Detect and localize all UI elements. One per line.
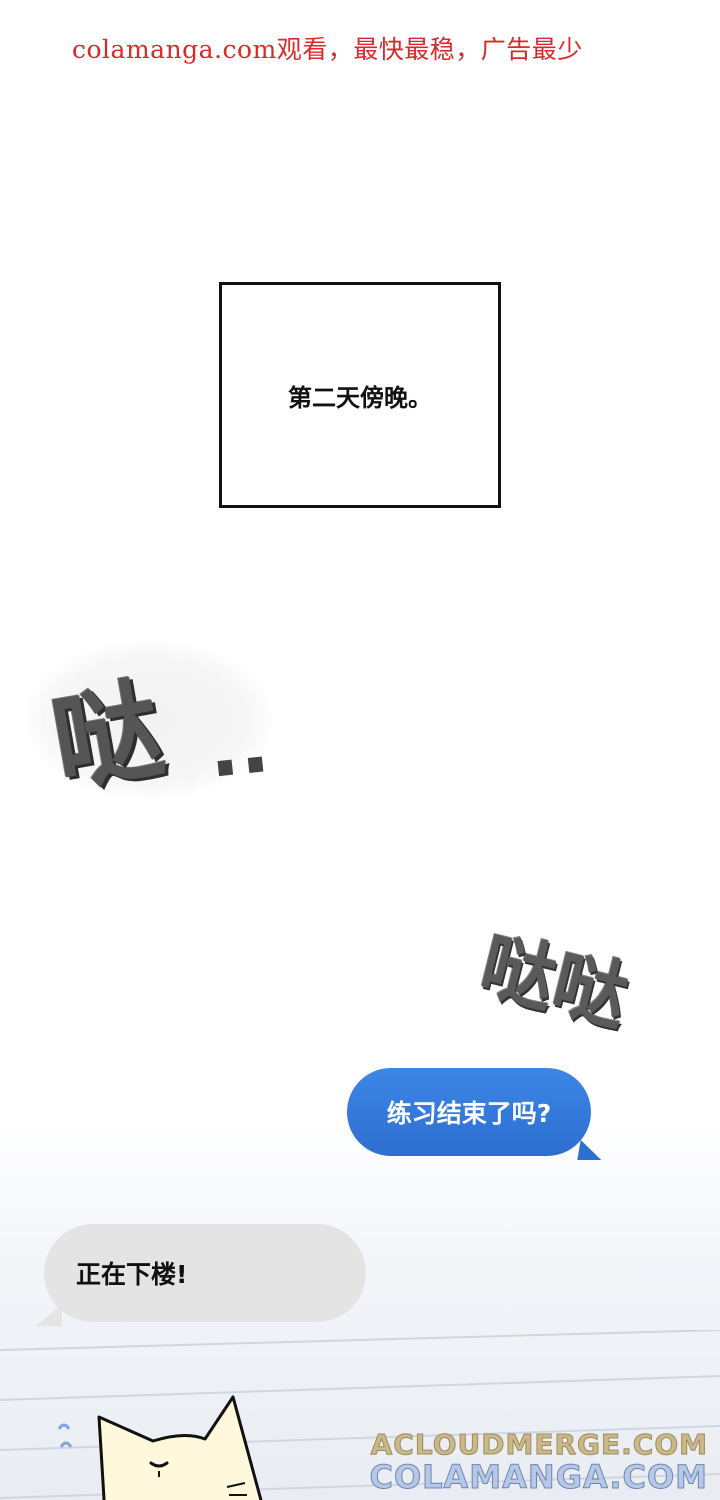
- narration-box: 第二天傍晚。: [219, 282, 501, 508]
- watermark-colamanga: COLAMANGA.COM: [369, 1458, 708, 1497]
- outgoing-message-text: 练习结束了吗?: [386, 1099, 552, 1128]
- sound-effect-dots: ..: [203, 697, 274, 796]
- narration-text: 第二天傍晚。: [288, 383, 432, 412]
- incoming-message-bubble: 正在下楼!: [36, 1224, 366, 1326]
- watermark-acloudmerge: ACLOUDMERGE.COM: [370, 1428, 708, 1462]
- sweat-drop-icon: [57, 1423, 71, 1430]
- incoming-message-text: 正在下楼!: [76, 1260, 188, 1289]
- sweat-drop-icon-2: [59, 1441, 73, 1448]
- sound-effect-footstep-2: 哒哒: [472, 922, 637, 1042]
- outgoing-message-bubble: 练习结束了吗?: [347, 1068, 591, 1156]
- site-banner-text: colamanga.com观看，最快最稳，广告最少: [72, 35, 583, 64]
- cat-illustration: [57, 1395, 263, 1500]
- comic-page: colamanga.com观看，最快最稳，广告最少 第二天傍晚。 哒 .. 哒哒…: [0, 0, 720, 1500]
